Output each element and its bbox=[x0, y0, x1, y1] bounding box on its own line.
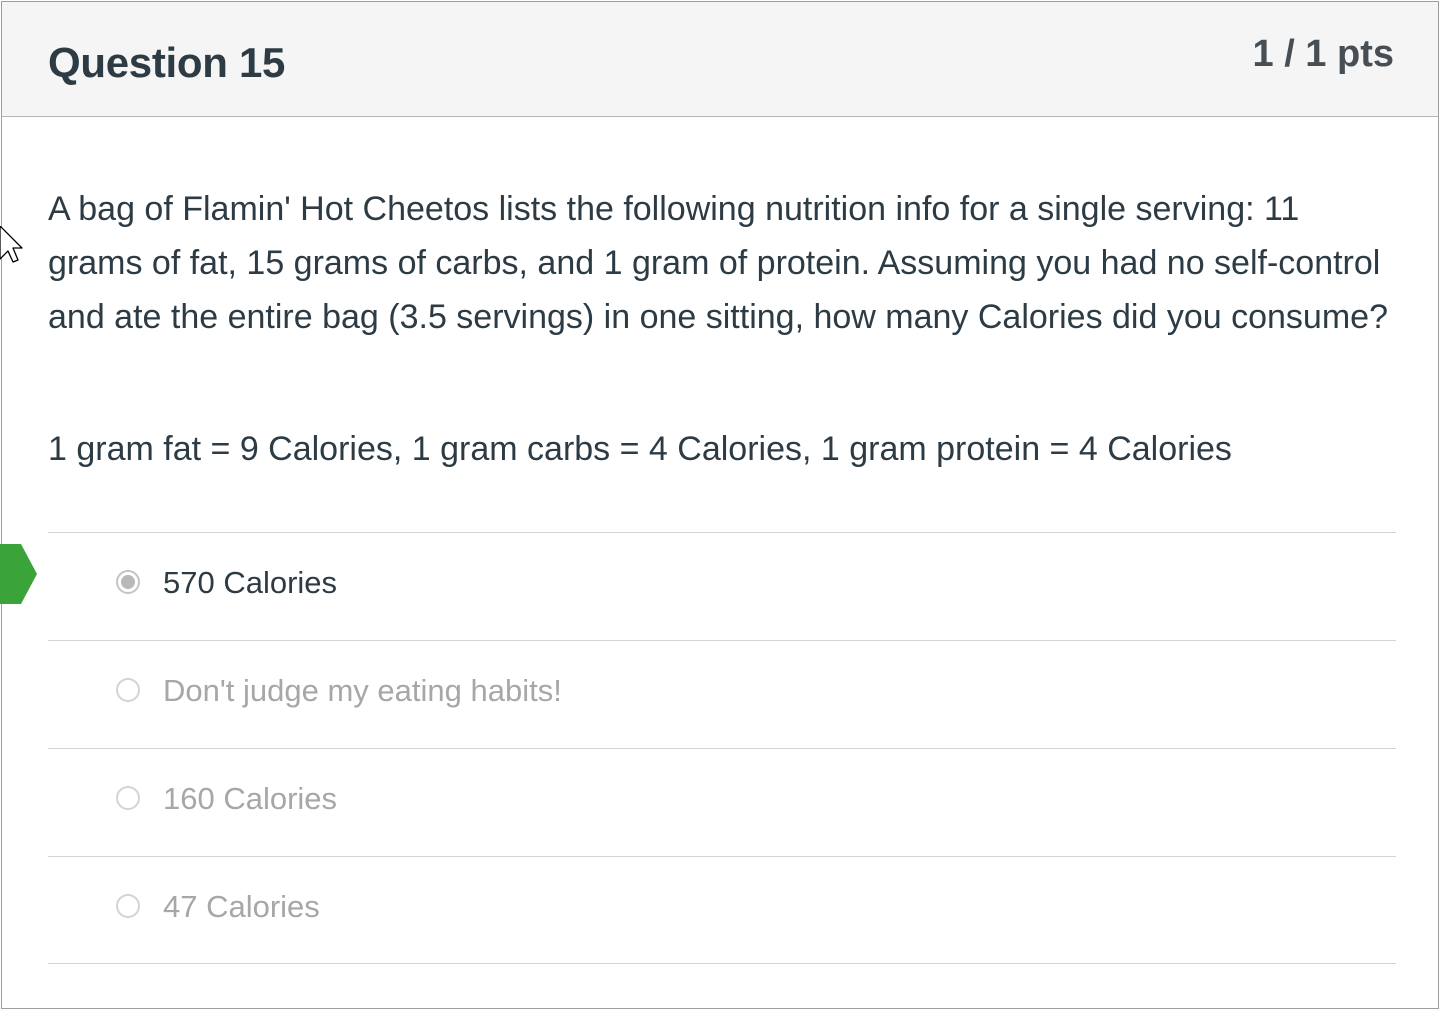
question-header: Question 15 1 / 1 pts bbox=[2, 2, 1438, 117]
question-card: Question 15 1 / 1 pts A bag of Flamin' H… bbox=[1, 1, 1439, 1009]
conversion-text: 1 gram fat = 9 Calories, 1 gram carbs = … bbox=[48, 430, 1232, 468]
answer-label: 570 Calories bbox=[163, 565, 338, 600]
question-points: 1 / 1 pts bbox=[1252, 33, 1395, 75]
answer-option-3[interactable]: 160 Calories bbox=[48, 748, 1396, 856]
answer-label: Don't judge my eating habits! bbox=[163, 673, 562, 708]
radio-button[interactable] bbox=[116, 678, 140, 702]
radio-button-selected[interactable] bbox=[116, 570, 140, 594]
answer-option-2[interactable]: Don't judge my eating habits! bbox=[48, 640, 1396, 748]
question-title: Question 15 bbox=[48, 39, 286, 86]
question-text: A bag of Flamin' Hot Cheetos lists the f… bbox=[48, 190, 1388, 336]
answer-label: 160 Calories bbox=[163, 781, 338, 816]
mouse-pointer-icon bbox=[0, 226, 23, 263]
radio-button[interactable] bbox=[116, 894, 140, 918]
correct-answer-flag-icon bbox=[0, 544, 37, 604]
answer-list: 570 Calories Don't judge my eating habit… bbox=[48, 532, 1396, 964]
answer-option-1[interactable]: 570 Calories bbox=[48, 532, 1396, 640]
radio-button[interactable] bbox=[116, 786, 140, 810]
answer-option-4[interactable]: 47 Calories bbox=[48, 856, 1396, 964]
answer-label: 47 Calories bbox=[163, 889, 320, 924]
